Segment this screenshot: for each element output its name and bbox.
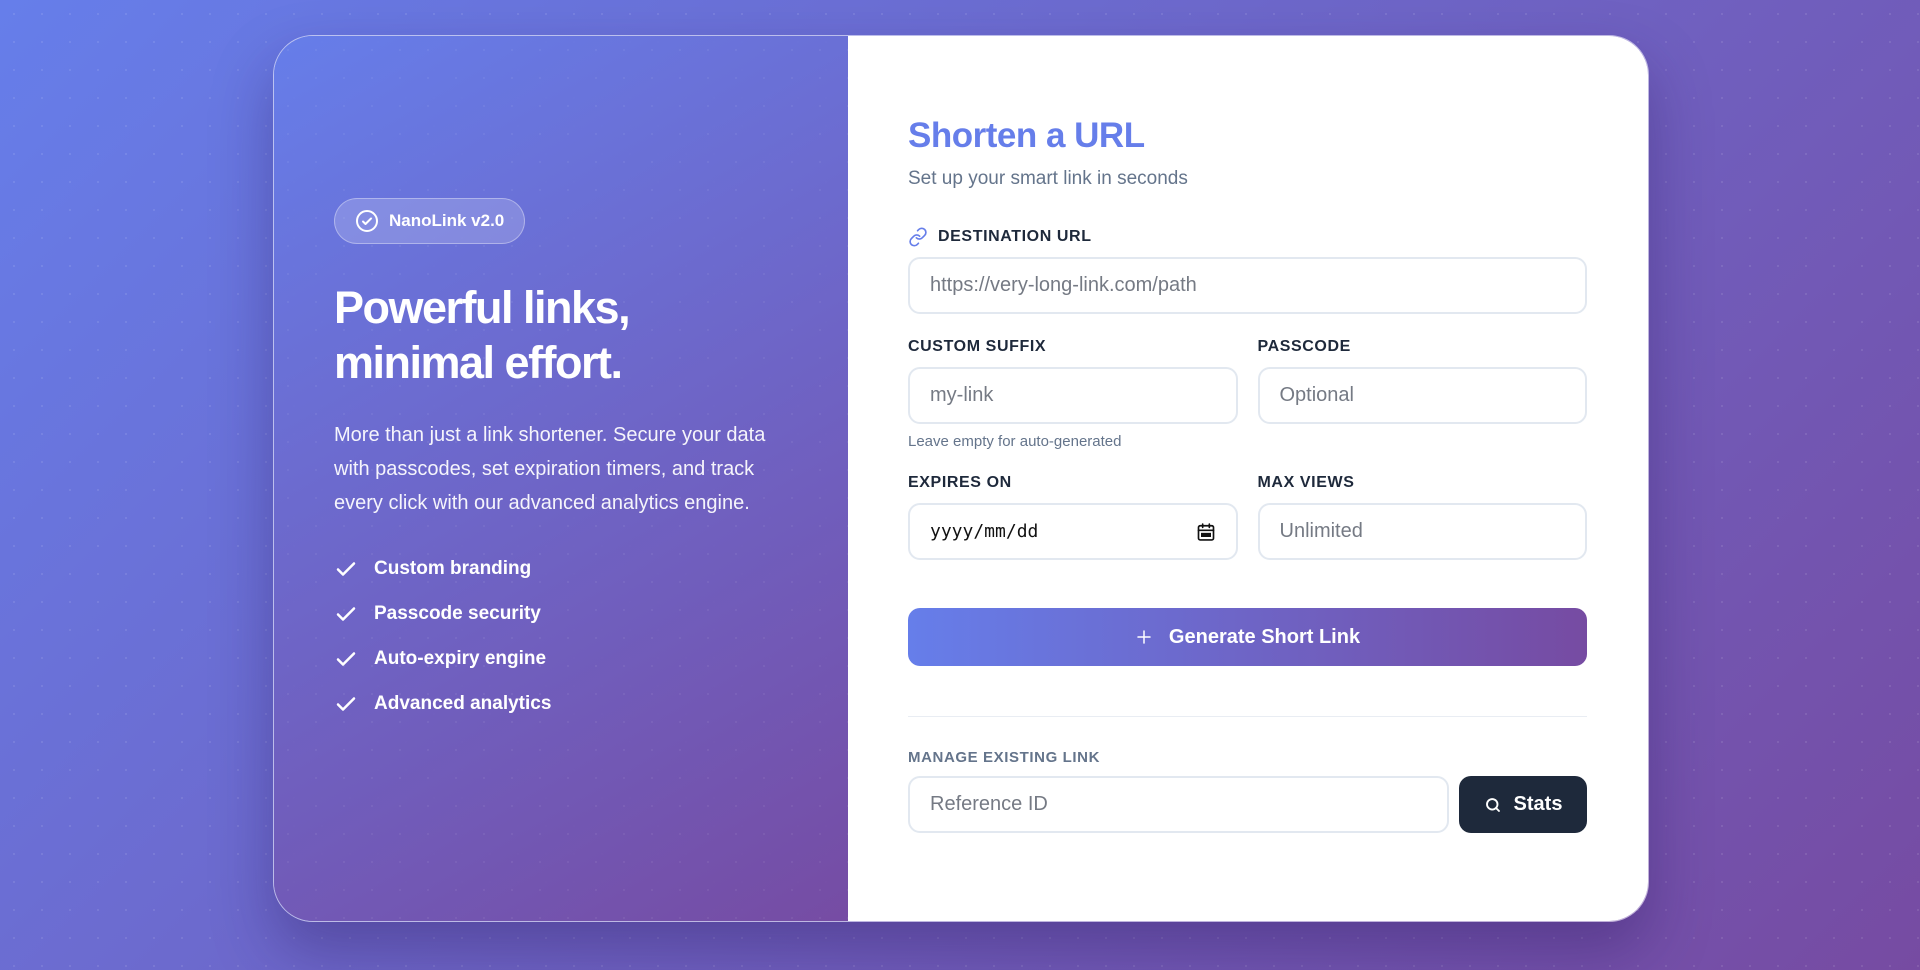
feature-list: Custom branding Passcode security Auto-e… (334, 546, 788, 726)
shorten-form-panel: Shorten a URL Set up your smart link in … (848, 36, 1648, 921)
stats-button[interactable]: Stats (1459, 776, 1587, 833)
hero-title: Powerful links, minimal effort. (334, 280, 788, 390)
section-divider (908, 716, 1587, 717)
date-placeholder: yyyy/mm/dd (930, 521, 1039, 542)
calendar-icon[interactable] (1196, 522, 1216, 542)
manage-row: Stats (908, 776, 1587, 833)
suffix-passcode-row: CUSTOM SUFFIX Leave empty for auto-gener… (908, 336, 1587, 450)
check-icon (336, 651, 356, 666)
feature-item: Auto-expiry engine (334, 636, 788, 681)
expires-label: EXPIRES ON (908, 474, 1012, 491)
custom-suffix-input[interactable] (908, 367, 1238, 424)
plus-icon (1137, 630, 1151, 644)
check-icon (336, 606, 356, 621)
manage-existing-label: MANAGE EXISTING LINK (908, 749, 1101, 766)
destination-field: DESTINATION URL (908, 226, 1587, 314)
search-icon (1485, 797, 1500, 812)
generate-label: Generate Short Link (1168, 625, 1361, 648)
check-circle-icon (356, 210, 378, 232)
stats-label: Stats (1513, 793, 1563, 815)
feature-item: Custom branding (334, 546, 788, 591)
expiry-views-row: EXPIRES ON yyyy/mm/dd MAX VIEWS (908, 472, 1587, 560)
suffix-label: CUSTOM SUFFIX (908, 338, 1047, 355)
expires-field: EXPIRES ON yyyy/mm/dd (908, 472, 1238, 560)
main-card: NanoLink v2.0 Powerful links, minimal ef… (273, 35, 1649, 922)
passcode-input[interactable] (1257, 367, 1587, 424)
suffix-hint: Leave empty for auto-generated (908, 433, 1122, 450)
feature-label: Custom branding (374, 557, 532, 579)
feature-label: Auto-expiry engine (374, 647, 547, 669)
version-badge: NanoLink v2.0 (334, 198, 526, 244)
generate-short-link-button[interactable]: Generate Short Link (908, 608, 1587, 666)
passcode-field: PASSCODE (1257, 336, 1587, 450)
brand-panel: NanoLink v2.0 Powerful links, minimal ef… (274, 36, 848, 921)
hero-title-line1: Powerful links, (334, 282, 631, 333)
max-views-label: MAX VIEWS (1257, 474, 1355, 491)
feature-label: Advanced analytics (374, 692, 552, 714)
form-title: Shorten a URL (908, 116, 1145, 155)
hero-title-line2: minimal effort. (334, 337, 623, 388)
max-views-input[interactable] (1257, 503, 1587, 560)
feature-item: Passcode security (334, 591, 788, 636)
destination-url-input[interactable] (908, 257, 1587, 314)
destination-label: DESTINATION URL (908, 226, 1587, 248)
check-icon (336, 561, 356, 576)
max-views-field: MAX VIEWS (1257, 472, 1587, 560)
suffix-field: CUSTOM SUFFIX Leave empty for auto-gener… (908, 336, 1238, 450)
passcode-label: PASSCODE (1257, 338, 1351, 355)
feature-label: Passcode security (374, 602, 541, 624)
form-subtitle: Set up your smart link in seconds (908, 168, 1188, 189)
feature-item: Advanced analytics (334, 681, 788, 726)
hero-description: More than just a link shortener. Secure … (334, 424, 766, 514)
check-icon (336, 696, 356, 711)
badge-label: NanoLink v2.0 (389, 211, 505, 230)
link-icon (909, 227, 927, 247)
expires-date-input[interactable]: yyyy/mm/dd (908, 503, 1238, 560)
reference-id-input[interactable] (908, 776, 1449, 833)
destination-label-text: DESTINATION URL (938, 228, 1092, 245)
